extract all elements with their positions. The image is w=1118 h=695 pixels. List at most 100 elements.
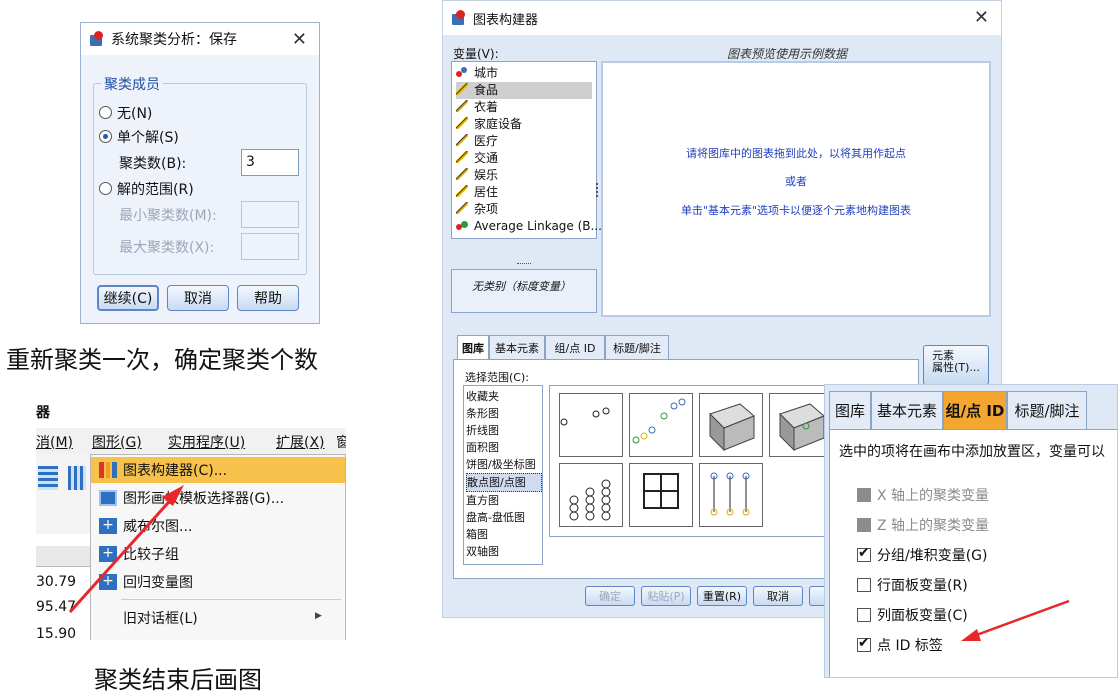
variables-label: 变量(V): (453, 47, 499, 61)
radio-single-solution[interactable]: 单个解(S) (99, 127, 179, 147)
max-clusters-label: 最大聚类数(X): (119, 240, 215, 256)
element-properties-button[interactable]: 元素 属性(T)... (923, 345, 989, 385)
variable-name: Average Linkage (B... (474, 219, 602, 233)
splitter-handle[interactable] (517, 263, 531, 267)
variable-name: 衣着 (474, 100, 499, 114)
tab-gallery[interactable]: 图库 (457, 335, 489, 359)
red-arrow-menu (68, 485, 184, 614)
element-properties-label: 元素 属性(T)... (932, 349, 980, 374)
gallery-tabs: 图库 基本元素 组/点 ID 标题/脚注 (457, 335, 917, 359)
chart-type-item[interactable]: 面积图 (466, 439, 542, 456)
num-clusters-value: 3 (246, 154, 255, 170)
radio-none[interactable]: 无(N) (99, 103, 152, 123)
cancel-button[interactable]: 取消 (753, 586, 803, 606)
drop-line-svg (710, 472, 750, 516)
radio-single-circle[interactable] (99, 130, 112, 143)
variable-item[interactable]: 居住 (456, 184, 596, 201)
chart-type-item[interactable]: 条形图 (466, 405, 542, 422)
variable-item[interactable]: 娱乐 (456, 167, 596, 184)
chart-type-item[interactable]: 箱图 (466, 526, 542, 543)
variable-item[interactable]: 衣着 (456, 99, 596, 116)
grouped-3d-scatter-svg (779, 403, 825, 452)
save-dialog: 系统聚类分析：保存 ✕ 聚类成员 无(N) 单个解(S) 聚类数(B): 3 解… (80, 22, 320, 324)
no-category-text: 无类别（标度变量） (472, 280, 571, 293)
continue-button[interactable]: 继续(C) (97, 285, 159, 311)
grouped-scatter-thumb[interactable] (629, 393, 693, 457)
caption-recluster: 重新聚类一次，确定聚类个数 (6, 346, 318, 374)
3d-scatter-svg (709, 403, 755, 452)
scale-variable-icon (456, 134, 468, 146)
radio-none-label: 无(N) (117, 106, 153, 122)
drop-line-thumb[interactable] (699, 463, 763, 527)
chart-type-item[interactable]: 双轴图 (466, 543, 542, 560)
variable-item[interactable]: 家庭设备 (456, 116, 596, 133)
tab-groups-point-id[interactable]: 组/点 ID (545, 335, 605, 359)
chart-type-item[interactable]: 饼图/极坐标图 (466, 456, 542, 473)
paste-button[interactable]: 粘贴(P) (641, 586, 691, 606)
reset-button[interactable]: 重置(R) (697, 586, 747, 606)
tab-titles-footnotes[interactable]: 标题/脚注 (605, 335, 669, 359)
red-arrow-point-id (961, 599, 1070, 641)
variable-name: 食品 (474, 83, 499, 97)
chart-type-item[interactable]: 收藏夹 (466, 388, 542, 405)
variable-name: 城市 (474, 66, 499, 80)
close-icon[interactable]: ✕ (974, 7, 989, 28)
spss-app-icon (451, 10, 467, 26)
chart-type-item[interactable]: 折线图 (466, 422, 542, 439)
min-clusters-label: 最小聚类数(M): (119, 208, 217, 224)
variable-item[interactable]: 城市 (456, 65, 596, 82)
caption-draw-after: 聚类结束后画图 (94, 666, 262, 694)
num-clusters-label: 聚类数(B): (119, 156, 187, 172)
no-category-box: 无类别（标度变量） (451, 269, 597, 313)
radio-none-circle[interactable] (99, 106, 112, 119)
scatter-matrix-svg (643, 473, 679, 509)
chart-builder-titlebar: 图表构建器 ✕ (443, 1, 1001, 35)
help-button[interactable]: 帮助 (237, 285, 299, 311)
variable-item[interactable]: 杂项 (456, 201, 596, 218)
choose-from-label: 选择范围(C): (465, 371, 529, 384)
variable-name: 杂项 (474, 202, 499, 216)
scale-variable-icon (456, 117, 468, 129)
variable-item[interactable]: Average Linkage (B... (456, 218, 602, 235)
save-dialog-title: 系统聚类分析：保存 (111, 32, 237, 48)
graphs-menu-shot: 器 消(M) 图形(G) 实用程序(U) 扩展(X) 窗 30.79 95.47… (36, 398, 346, 640)
cluster-variable-icon (456, 219, 468, 231)
chart-type-list[interactable]: 收藏夹 条形图 折线图 面积图 饼图/极坐标图 散点图/点图 直方图 盘高-盘低… (463, 385, 543, 565)
dot-plot-thumb[interactable] (559, 463, 623, 527)
radio-range-label: 解的范围(R) (117, 182, 194, 198)
canvas-instruction-1: 请将图库中的图表拖到此处，以将其用作起点 (686, 147, 906, 160)
ok-button[interactable]: 确定 (585, 586, 635, 606)
scatter-matrix-thumb[interactable] (629, 463, 693, 527)
variable-item[interactable]: 交通 (456, 150, 596, 167)
max-clusters-input[interactable] (241, 233, 299, 260)
num-clusters-input[interactable]: 3 (241, 149, 299, 176)
canvas-instruction-2: 单击"基本元素"选项卡以便逐个元素地构建图表 (680, 204, 912, 217)
tab-basic-elements[interactable]: 基本元素 (489, 335, 545, 359)
3d-scatter-thumb[interactable] (699, 393, 763, 457)
radio-single-label: 单个解(S) (117, 130, 179, 146)
variable-item-selected[interactable]: 食品 (456, 82, 592, 99)
simple-scatter-thumb[interactable] (559, 393, 623, 457)
scale-variable-icon (456, 83, 468, 95)
chart-builder-title: 图表构建器 (473, 12, 539, 28)
radio-range-solutions[interactable]: 解的范围(R) (99, 179, 194, 199)
cluster-membership-label: 聚类成员 (101, 74, 163, 94)
scale-variable-icon (456, 202, 468, 214)
close-icon[interactable]: ✕ (292, 29, 307, 50)
variables-list[interactable]: 城市 食品 衣着 家庭设备 医疗 交通 娱乐 居住 杂项 Average Lin… (451, 61, 602, 239)
scale-variable-icon (456, 151, 468, 163)
chart-type-item-selected[interactable]: 散点图/点图 (466, 473, 542, 492)
variable-item[interactable]: 医疗 (456, 133, 596, 150)
chart-canvas[interactable] (601, 61, 991, 317)
radio-range-circle[interactable] (99, 182, 112, 195)
variable-name: 医疗 (474, 134, 499, 148)
save-dialog-titlebar: 系统聚类分析：保存 ✕ (81, 23, 319, 55)
chart-type-item[interactable]: 直方图 (466, 492, 542, 509)
variable-name: 家庭设备 (474, 117, 523, 131)
cancel-button[interactable]: 取消 (167, 285, 229, 311)
min-clusters-input[interactable] (241, 201, 299, 228)
dot-plot-svg (569, 479, 611, 521)
variable-name: 交通 (474, 151, 499, 165)
variable-name: 娱乐 (474, 168, 499, 182)
chart-type-item[interactable]: 盘高-盘低图 (466, 509, 542, 526)
